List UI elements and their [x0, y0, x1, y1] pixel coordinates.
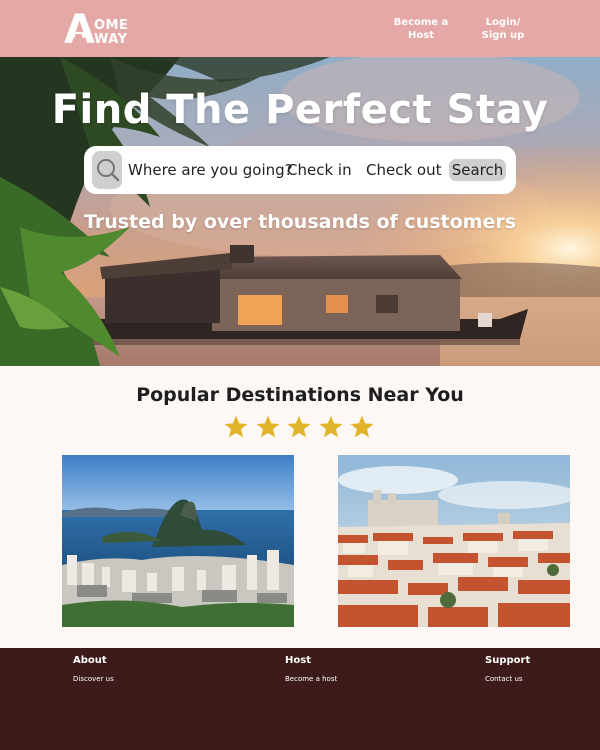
destination-image-rio[interactable] [62, 455, 294, 627]
logo-line-2: WAY [94, 32, 128, 47]
footer-heading-support: Support [485, 655, 531, 666]
star-icon [319, 415, 342, 438]
top-nav: A OME WAY Become a Host Login/ Sign up [0, 0, 600, 57]
star-icon [256, 415, 279, 438]
rio-photo [62, 455, 294, 627]
star-icon [287, 415, 311, 438]
rating-stars [221, 414, 381, 442]
search-button[interactable]: Search [449, 159, 506, 181]
logo-line-1: OME [94, 18, 129, 33]
destination-image-lisbon[interactable] [338, 455, 570, 627]
search-icon-button[interactable] [92, 151, 122, 189]
lisbon-photo [338, 455, 570, 627]
footer-link-discover-us[interactable]: Discover us [73, 675, 114, 683]
footer-link-become-host[interactable]: Become a host [285, 675, 337, 683]
login-signup-link[interactable]: Login/ Sign up [478, 16, 528, 42]
footer: About Discover us Host Become a host Sup… [0, 648, 600, 750]
search-icon [97, 159, 120, 182]
check-in-field[interactable]: Check in [287, 161, 352, 179]
become-host-link[interactable]: Become a Host [391, 16, 451, 42]
footer-heading-host: Host [285, 655, 311, 666]
star-icon [224, 415, 248, 438]
hero-subtitle: Trusted by over thousands of customers [83, 211, 517, 233]
check-out-field[interactable]: Check out [366, 161, 441, 179]
footer-heading-about: About [73, 655, 107, 666]
star-icon [350, 415, 374, 438]
hero-title: Find The Perfect Stay [51, 87, 549, 133]
destination-input[interactable]: Where are you going? [128, 161, 293, 179]
footer-link-contact-us[interactable]: Contact us [485, 675, 523, 683]
logo-door [75, 34, 82, 46]
popular-destinations-title: Popular Destinations Near You [136, 384, 464, 406]
hero-banner: Find The Perfect Stay Where are you goin… [0, 57, 600, 366]
search-bar: Where are you going? Check in Check out … [84, 146, 516, 194]
logo[interactable]: A OME WAY [64, 10, 134, 50]
